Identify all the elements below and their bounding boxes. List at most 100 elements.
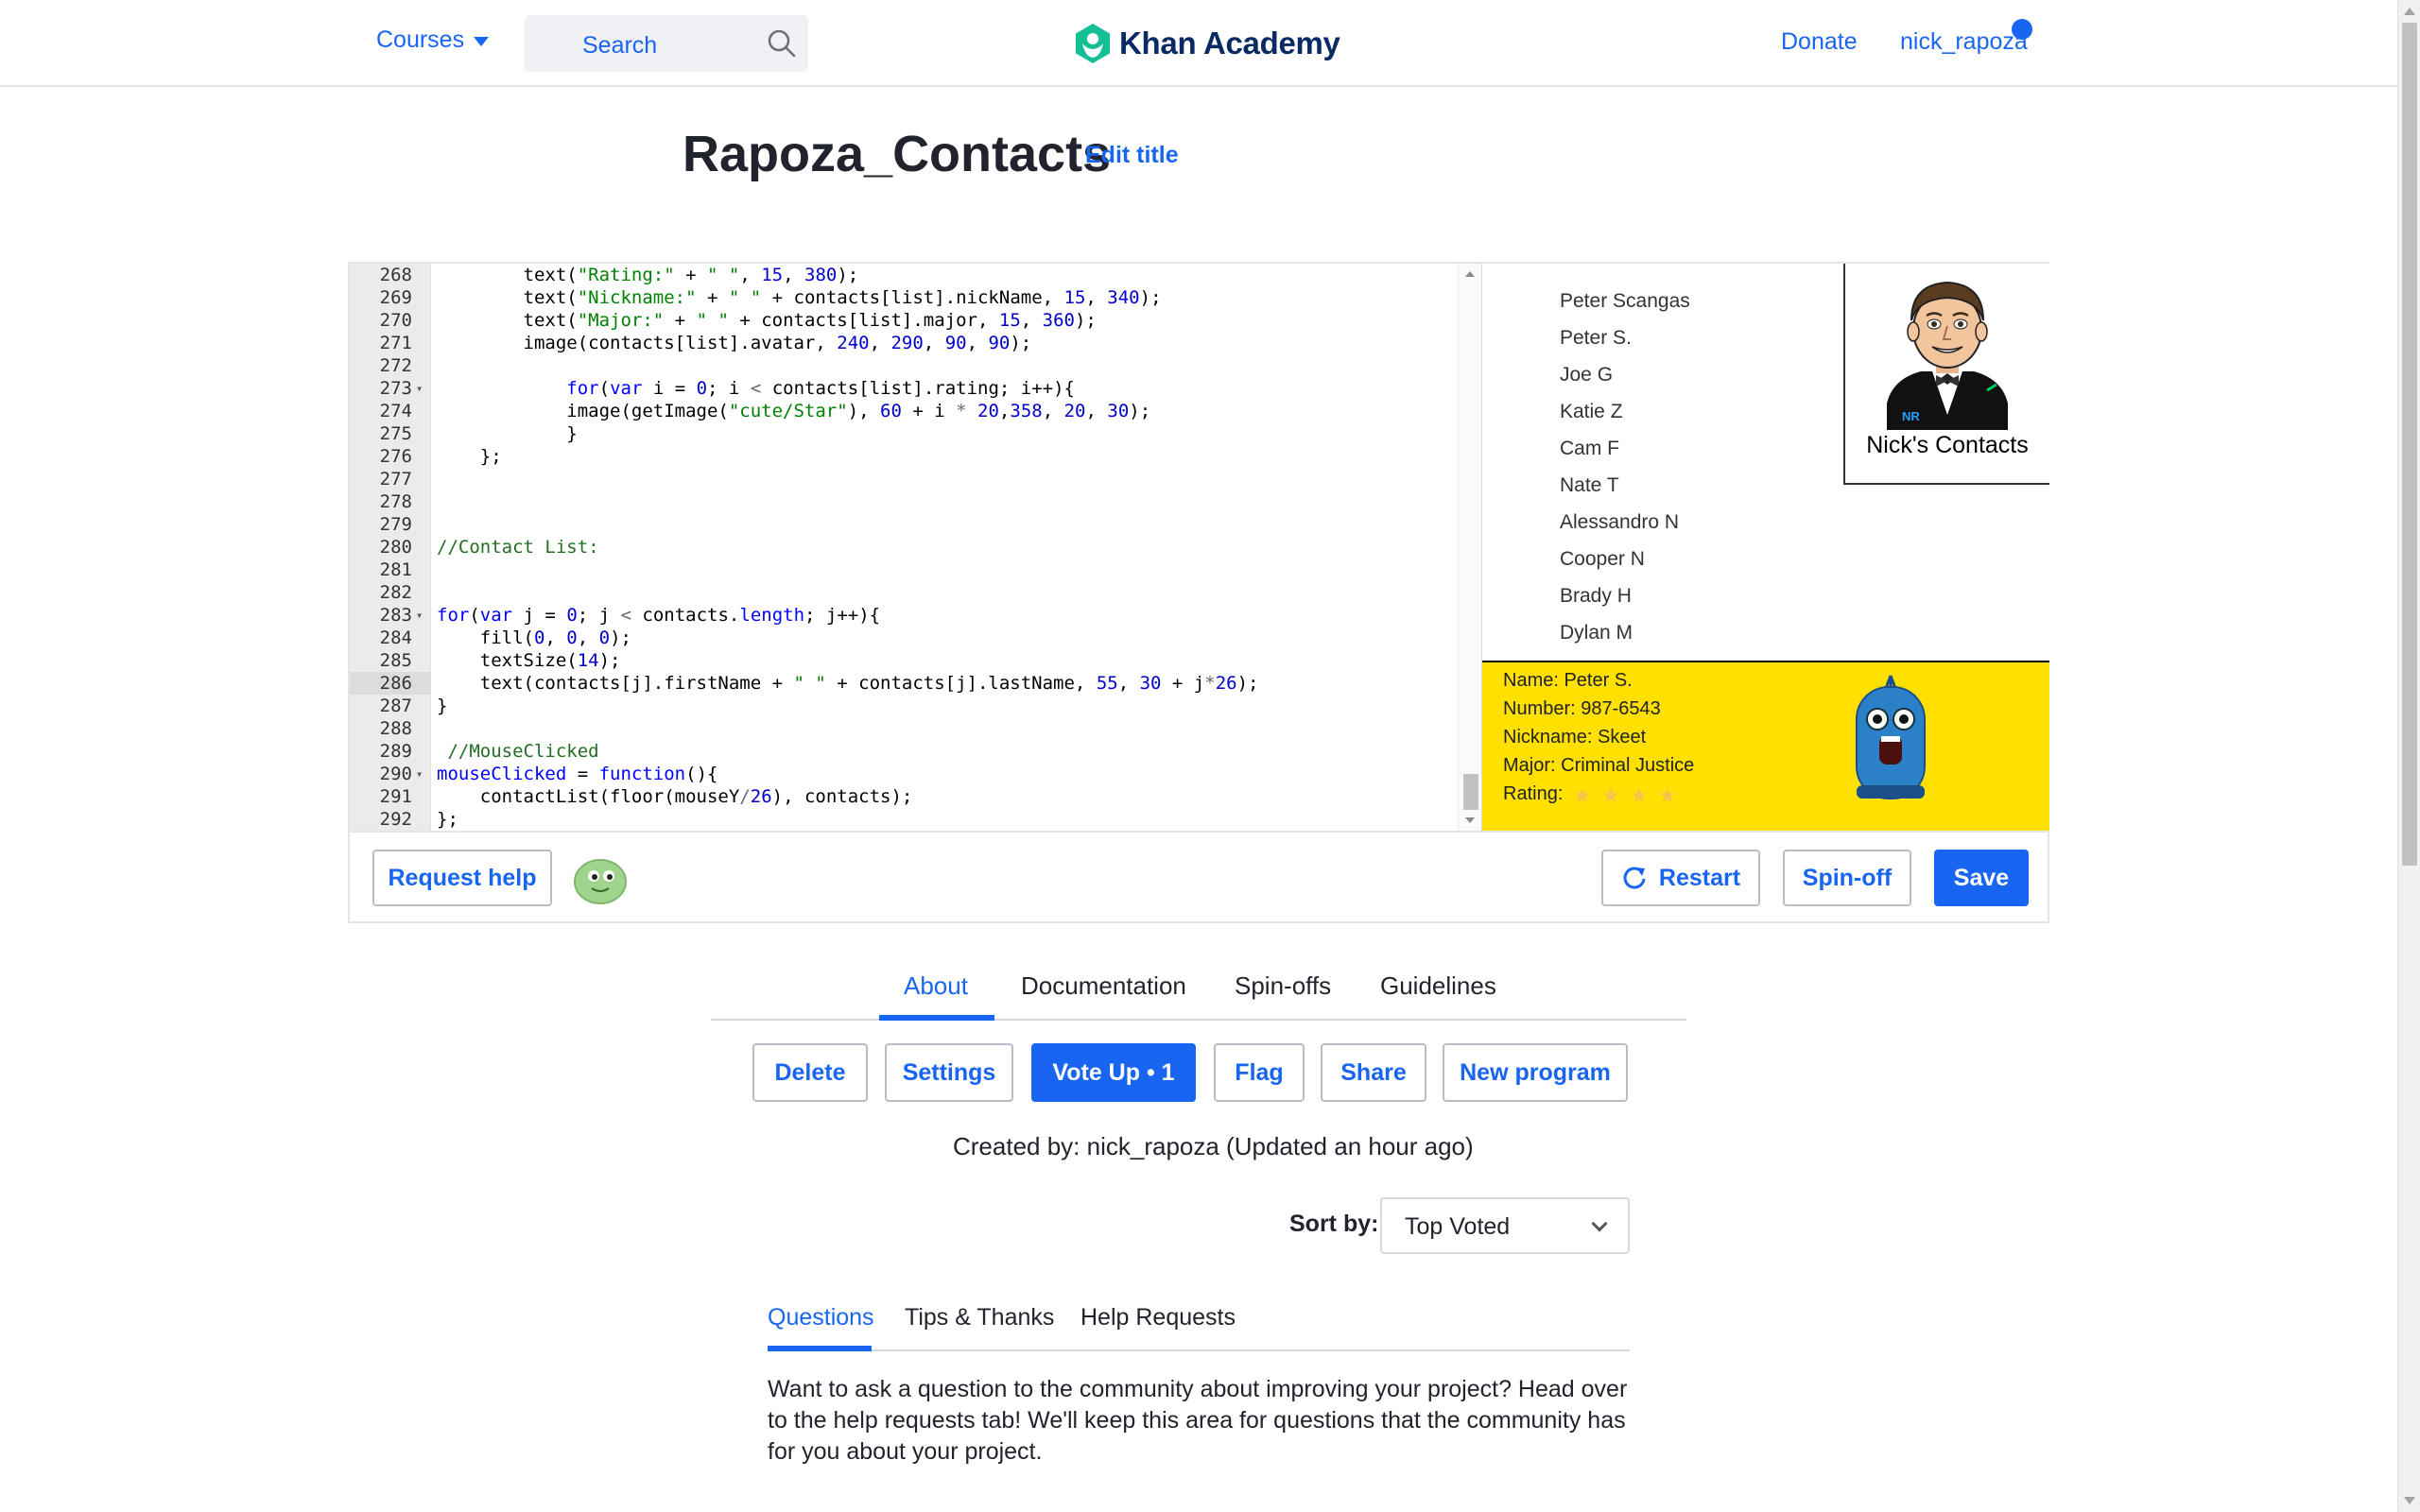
restart-icon xyxy=(1623,867,1646,889)
page-scrollbar[interactable] xyxy=(2397,0,2420,1512)
code-line[interactable]: 274 image(getImage("cute/Star"), 60 + i … xyxy=(350,400,1456,422)
contact-list-item[interactable]: Alessandro N xyxy=(1560,511,1679,534)
scrollbar-thumb[interactable] xyxy=(2402,23,2417,866)
line-number: 271 xyxy=(379,333,412,353)
line-number: 268 xyxy=(379,265,412,285)
code-line[interactable]: 276 }; xyxy=(350,445,1456,468)
code-text: }; xyxy=(437,446,502,467)
code-line[interactable]: 280 //Contact List: xyxy=(350,536,1456,558)
search-input[interactable] xyxy=(582,32,752,60)
restart-label: Restart xyxy=(1658,864,1741,891)
contact-list-item[interactable]: Peter S. xyxy=(1560,327,1632,350)
code-lines[interactable]: 268 text("Rating:" + " ", 15, 380); 269 t… xyxy=(350,264,1456,831)
tab-about[interactable]: About xyxy=(904,971,968,1001)
code-line[interactable]: 291 contactList(floor(mouseY/26), contac… xyxy=(350,785,1456,808)
code-line[interactable]: 271 image(contacts[list].avatar, 240, 29… xyxy=(350,332,1456,354)
code-editor[interactable]: 268 text("Rating:" + " ", 15, 380); 269 t… xyxy=(350,264,1482,831)
request-help-button[interactable]: Request help xyxy=(372,850,552,906)
tab-spinoffs[interactable]: Spin-offs xyxy=(1235,971,1331,1001)
code-line[interactable]: 288 xyxy=(350,717,1456,740)
code-line[interactable]: 273 ▾ for(var i = 0; i < contacts[list].r… xyxy=(350,377,1456,400)
donate-link[interactable]: Donate xyxy=(1781,28,1858,56)
line-number: 284 xyxy=(379,627,412,648)
courses-menu[interactable]: Courses xyxy=(376,26,490,54)
code-line[interactable]: 278 xyxy=(350,490,1456,513)
code-line[interactable]: 285 textSize(14); xyxy=(350,649,1456,672)
line-number: 280 xyxy=(379,537,412,558)
code-line[interactable]: 283 ▾ for(var j = 0; j < contacts.length; … xyxy=(350,604,1456,627)
save-button[interactable]: Save xyxy=(1934,850,2029,906)
code-line[interactable]: 268 text("Rating:" + " ", 15, 380); xyxy=(350,264,1456,286)
editor-scroll-down-icon[interactable] xyxy=(1465,817,1475,823)
editor-scroll-up-icon[interactable] xyxy=(1465,271,1475,277)
code-text: mouseClicked = function(){ xyxy=(437,764,718,784)
editor-toolbar: Request help Restart Spin-off Save xyxy=(350,831,2048,921)
scroll-down-icon[interactable] xyxy=(2404,1497,2415,1504)
line-number: 287 xyxy=(379,696,412,716)
green-blob-avatar-icon[interactable] xyxy=(573,855,628,904)
spinoff-button[interactable]: Spin-off xyxy=(1783,850,1911,906)
search-icon[interactable] xyxy=(767,28,797,59)
contact-list-item[interactable]: Cooper N xyxy=(1560,548,1645,571)
subtab-help-requests[interactable]: Help Requests xyxy=(1080,1304,1236,1332)
vote-up-button[interactable]: Vote Up • 1 xyxy=(1031,1043,1196,1102)
program-output-canvas[interactable]: Peter Scangas Peter S. Joe G Katie Z Cam F Na… xyxy=(1482,264,2049,831)
code-line[interactable]: 289 //MouseClicked xyxy=(350,740,1456,763)
line-number: 273 xyxy=(379,378,412,399)
restart-button[interactable]: Restart xyxy=(1601,850,1760,906)
star-icon: ★ xyxy=(1573,783,1592,807)
contact-list-item[interactable]: Dylan M xyxy=(1560,622,1633,644)
scroll-up-icon[interactable] xyxy=(2404,8,2415,15)
edit-title-link[interactable]: Edit title xyxy=(1085,142,1179,169)
subtab-questions[interactable]: Questions xyxy=(768,1304,874,1332)
caret-down-icon xyxy=(474,36,490,46)
code-line[interactable]: 287} xyxy=(350,695,1456,717)
active-subtab-indicator xyxy=(768,1346,872,1351)
fold-arrow-icon[interactable]: ▾ xyxy=(416,763,423,785)
contact-list-item[interactable]: Joe G xyxy=(1560,364,1613,387)
tab-guidelines[interactable]: Guidelines xyxy=(1380,971,1496,1001)
fold-arrow-icon[interactable]: ▾ xyxy=(416,604,423,627)
sort-select[interactable]: Top Voted xyxy=(1380,1197,1630,1254)
flag-button[interactable]: Flag xyxy=(1214,1043,1305,1102)
contact-list-item[interactable]: Cam F xyxy=(1560,438,1619,460)
user-menu[interactable]: nick_rapoza xyxy=(1900,28,2028,56)
editor-scroll-thumb[interactable] xyxy=(1463,774,1478,810)
code-text: image(contacts[list].avatar, 240, 290, 9… xyxy=(437,333,1032,353)
line-number: 270 xyxy=(379,310,412,331)
code-line[interactable]: 286 text(contacts[j].firstName + " " + c… xyxy=(350,672,1456,695)
contact-list-item[interactable]: Brady H xyxy=(1560,585,1632,608)
delete-button[interactable]: Delete xyxy=(752,1043,868,1102)
star-icon: ★ xyxy=(1630,783,1649,807)
editor-scrollbar[interactable] xyxy=(1458,264,1481,831)
line-number: 269 xyxy=(379,287,412,308)
share-button[interactable]: Share xyxy=(1321,1043,1426,1102)
code-line[interactable]: 292}; xyxy=(350,808,1456,831)
search-box[interactable] xyxy=(525,15,808,72)
contact-list-item[interactable]: Peter Scangas xyxy=(1560,290,1690,313)
code-line[interactable]: 275 } xyxy=(350,422,1456,445)
contact-list-item[interactable]: Nate T xyxy=(1560,474,1619,497)
code-text: text("Nickname:" + " " + contacts[list].… xyxy=(437,287,1162,308)
created-by-text: Created by: nick_rapoza (Updated an hour… xyxy=(953,1132,1474,1160)
code-line[interactable]: 272 xyxy=(350,354,1456,377)
chevron-down-icon xyxy=(1591,1215,1608,1232)
code-line[interactable]: 284 fill(0, 0, 0); xyxy=(350,627,1456,649)
new-program-button[interactable]: New program xyxy=(1443,1043,1628,1102)
code-line[interactable]: 269 text("Nickname:" + " " + contacts[li… xyxy=(350,286,1456,309)
code-line[interactable]: 277 xyxy=(350,468,1456,490)
code-text: } xyxy=(437,423,578,444)
khan-academy-logo[interactable]: Khan Academy xyxy=(1074,23,1340,64)
code-line[interactable]: 270 text("Major:" + " " + contacts[list]… xyxy=(350,309,1456,332)
tab-documentation[interactable]: Documentation xyxy=(1021,971,1186,1001)
fold-arrow-icon[interactable]: ▾ xyxy=(416,377,423,400)
settings-button[interactable]: Settings xyxy=(885,1043,1013,1102)
code-line[interactable]: 282 xyxy=(350,581,1456,604)
line-number: 289 xyxy=(379,741,412,762)
code-line[interactable]: 290 ▾ mouseClicked = function(){ xyxy=(350,763,1456,785)
contact-list-item[interactable]: Katie Z xyxy=(1560,401,1623,423)
subtab-tips-thanks[interactable]: Tips & Thanks xyxy=(905,1304,1054,1332)
code-line[interactable]: 281 xyxy=(350,558,1456,581)
notification-dot[interactable] xyxy=(2012,19,2032,40)
code-line[interactable]: 279 xyxy=(350,513,1456,536)
